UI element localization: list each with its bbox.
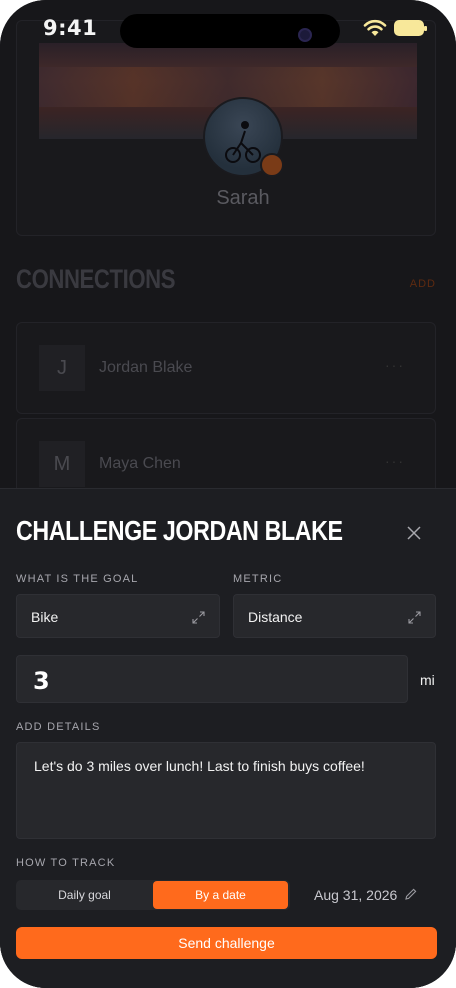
metric-value: Distance <box>248 609 303 625</box>
amount-value: 3 <box>33 667 50 695</box>
unit-label: mi <box>420 672 435 688</box>
track-option-daily-goal[interactable]: Daily goal <box>16 880 153 910</box>
profile-name: Sarah <box>216 187 270 209</box>
phone-screen: Sarah CONNECTIONS ADD J Jordan Blake ···… <box>0 0 456 988</box>
track-segmented-control: Daily goal By a date <box>16 880 290 910</box>
more-options-icon[interactable]: ··· <box>385 453 405 469</box>
details-textarea[interactable]: Let's do 3 miles over lunch! Last to fin… <box>16 742 436 839</box>
send-challenge-button[interactable]: Send challenge <box>16 927 437 959</box>
goal-select[interactable]: Bike <box>16 594 220 638</box>
challenge-sheet: CHALLENGE JORDAN BLAKE WHAT IS THE GOAL … <box>0 488 456 988</box>
avatar-badge-icon <box>260 153 284 177</box>
details-value: Let's do 3 miles over lunch! Last to fin… <box>34 758 365 774</box>
metric-select[interactable]: Distance <box>233 594 436 638</box>
track-option-by-date[interactable]: By a date <box>153 881 288 909</box>
goal-label: WHAT IS THE GOAL <box>16 573 139 585</box>
details-label: ADD DETAILS <box>16 721 101 733</box>
connection-avatar: M <box>39 441 85 487</box>
amount-input[interactable]: 3 <box>16 655 408 703</box>
pencil-icon[interactable] <box>404 887 418 901</box>
date-value[interactable]: Aug 31, 2026 <box>314 887 397 903</box>
connections-heading: CONNECTIONS <box>16 264 176 294</box>
close-icon[interactable] <box>404 523 424 543</box>
wifi-icon <box>363 19 387 36</box>
battery-icon <box>394 20 427 36</box>
expand-icon <box>192 611 205 624</box>
more-options-icon[interactable]: ··· <box>385 357 405 373</box>
track-label: HOW TO TRACK <box>16 857 116 869</box>
goal-value: Bike <box>31 609 59 625</box>
connection-row[interactable]: J Jordan Blake ··· <box>16 322 436 414</box>
status-time: 9:41 <box>43 16 98 40</box>
sheet-title: CHALLENGE JORDAN BLAKE <box>16 515 343 546</box>
connection-avatar: J <box>39 345 85 391</box>
metric-label: METRIC <box>233 573 283 585</box>
connection-name: Maya Chen <box>99 455 181 472</box>
camera-icon <box>298 28 312 42</box>
add-connection-link[interactable]: ADD <box>410 278 436 290</box>
connection-name: Jordan Blake <box>99 359 193 376</box>
status-bar: 9:41 <box>0 0 456 56</box>
expand-icon <box>408 611 421 624</box>
